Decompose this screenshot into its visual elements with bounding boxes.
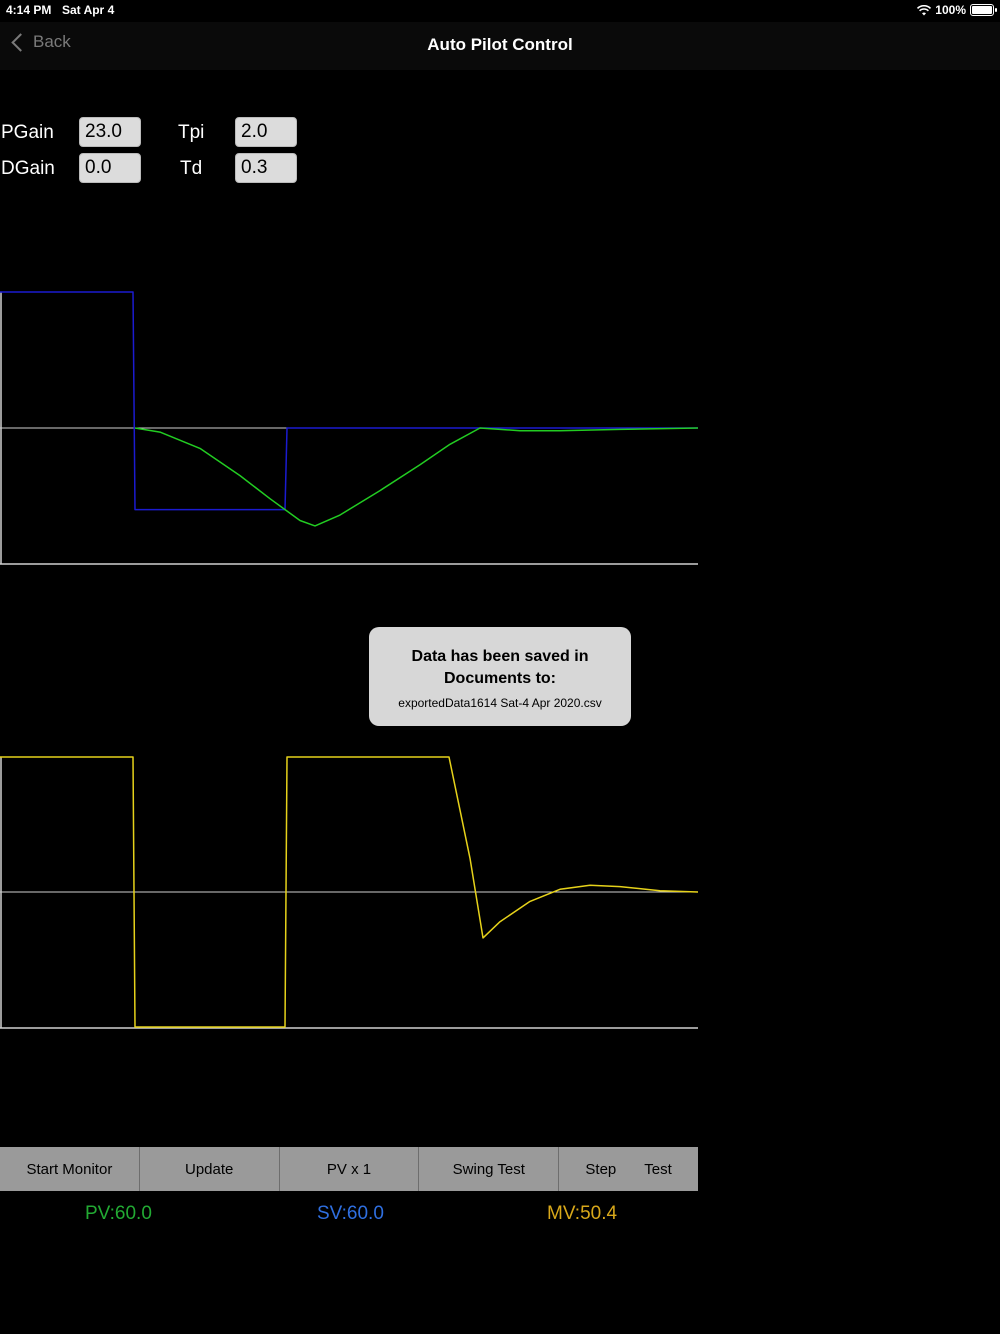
td-label: Td <box>180 158 203 179</box>
pv-sv-chart <box>0 291 699 565</box>
step-label: Step <box>585 1160 617 1178</box>
battery-percent: 100% <box>935 3 966 17</box>
start-monitor-button[interactable]: Start Monitor <box>0 1147 140 1191</box>
tpi-label: Tpi <box>178 122 205 143</box>
pv-readout: PV:60.0 <box>85 1203 152 1224</box>
toast-title: Data has been saved in Documents to: <box>411 648 589 687</box>
pv-scale-button[interactable]: PV x 1 <box>280 1147 420 1191</box>
pv-trace <box>134 427 699 527</box>
mv-chart <box>0 756 699 1029</box>
tpi-input[interactable]: 2.0 <box>235 117 297 147</box>
dgain-label: DGain <box>1 158 55 179</box>
mv-readout: MV:50.4 <box>547 1203 618 1224</box>
status-time: 4:14 PM <box>6 3 52 17</box>
pgain-input[interactable]: 23.0 <box>79 117 141 147</box>
control-toolbar: Start Monitor Update PV x 1 Swing Test S… <box>0 1147 698 1191</box>
dgain-input[interactable]: 0.0 <box>79 153 141 183</box>
status-date: Sat Apr 4 <box>62 3 115 17</box>
pgain-label: PGain <box>1 122 54 143</box>
test-label: Test <box>644 1160 672 1178</box>
sv-trace <box>0 291 698 511</box>
page-title: Auto Pilot Control <box>427 35 573 54</box>
saved-toast: Data has been saved in Documents to: exp… <box>369 627 631 726</box>
swing-test-button[interactable]: Swing Test <box>419 1147 560 1191</box>
nav-bar: Back Auto Pilot Control <box>0 22 1000 70</box>
step-test-button[interactable]: Step Test <box>559 1147 698 1191</box>
status-right: 100% <box>917 3 997 17</box>
td-input[interactable]: 0.3 <box>235 153 297 183</box>
status-bar: 4:14 PM Sat Apr 4 100% <box>0 0 1000 22</box>
sv-readout: SV:60.0 <box>317 1203 384 1224</box>
battery-icon <box>970 4 997 16</box>
wifi-icon <box>917 4 932 15</box>
toast-file: exportedData1614 Sat-4 Apr 2020.csv <box>398 696 602 710</box>
update-button[interactable]: Update <box>140 1147 280 1191</box>
